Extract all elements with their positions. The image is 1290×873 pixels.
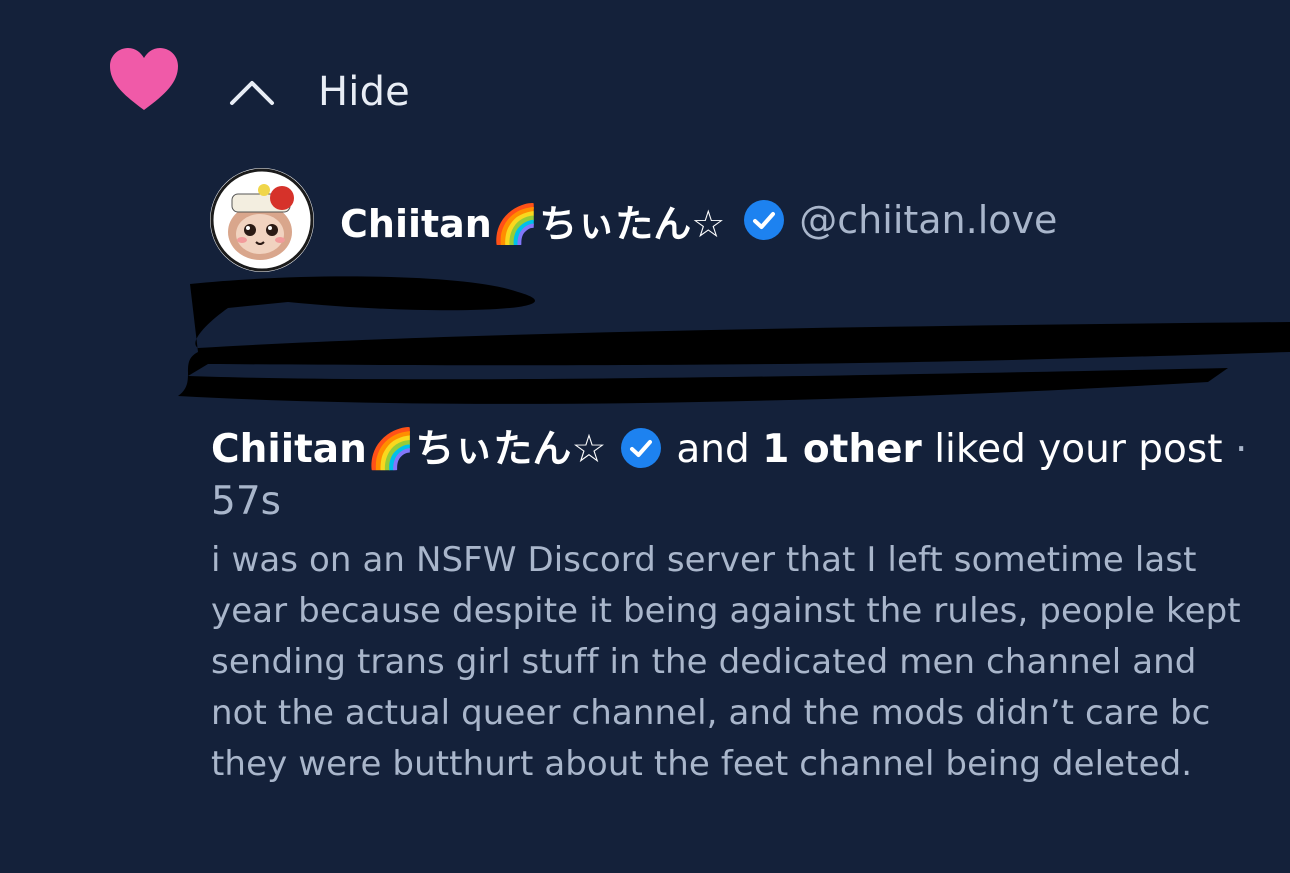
timestamp: 57s (211, 479, 281, 524)
others-count[interactable]: 1 other (762, 427, 922, 472)
user-handle[interactable]: @chiitan.love (799, 198, 1057, 242)
actor-name[interactable]: Chiitan🌈ちぃたん☆ (211, 427, 606, 472)
liked-text: liked your post (934, 427, 1223, 472)
display-name[interactable]: Chiitan🌈ちぃたん☆ (340, 193, 725, 248)
verified-check-icon (621, 428, 662, 468)
avatar[interactable] (210, 168, 314, 272)
hide-button[interactable]: Hide (228, 64, 410, 120)
redaction-scribble (178, 276, 1290, 404)
post-preview-text[interactable]: i was on an NSFW Discord server that I l… (211, 535, 1261, 790)
like-summary: Chiitan🌈ちぃたん☆ and 1 other liked your post… (211, 424, 1251, 528)
chevron-up-icon (230, 81, 274, 105)
and-text: and (676, 427, 750, 472)
separator: · (1234, 427, 1248, 472)
liker-row[interactable]: Chiitan🌈ちぃたん☆ @chiitan.love (210, 168, 1057, 272)
rainbow-emoji: 🌈 (491, 201, 540, 246)
hide-label: Hide (318, 69, 410, 115)
heart-icon (110, 48, 178, 110)
rainbow-emoji: 🌈 (366, 427, 416, 472)
verified-check-icon (744, 200, 785, 240)
avatar-image (210, 168, 314, 272)
